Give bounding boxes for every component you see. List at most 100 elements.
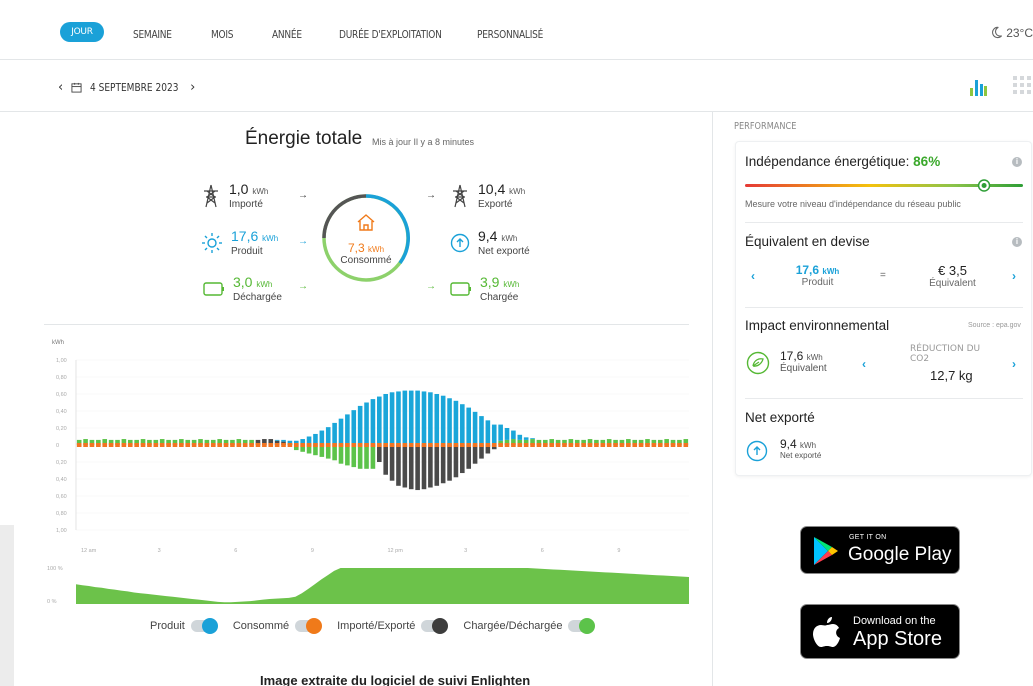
bar-consumed bbox=[415, 443, 420, 447]
bar-consumed bbox=[319, 443, 325, 447]
currency-title: Équivalent en devise bbox=[745, 234, 870, 249]
bar-consumed bbox=[268, 443, 274, 447]
weather-temp: 23°C bbox=[1006, 26, 1033, 40]
bar-consumed bbox=[638, 443, 644, 447]
bar-produced bbox=[523, 437, 529, 440]
bar-consumed bbox=[632, 443, 638, 447]
bar-consumed bbox=[217, 443, 222, 447]
tab-annee[interactable]: ANNÉE bbox=[272, 28, 302, 41]
environment-next-button[interactable]: › bbox=[1012, 357, 1016, 371]
bar-consumed bbox=[172, 443, 178, 447]
bar-grid bbox=[428, 445, 433, 488]
consumed-value: 7,3 kWh bbox=[347, 241, 385, 255]
bar-consumed bbox=[645, 443, 650, 447]
bar-consumed bbox=[581, 443, 586, 447]
bar-consumed bbox=[377, 443, 382, 447]
independence-slider bbox=[745, 179, 1023, 192]
bar-consumed bbox=[466, 443, 472, 447]
legend-produced[interactable]: Produit bbox=[150, 618, 218, 634]
currency-next-button[interactable]: › bbox=[1012, 269, 1016, 283]
bar-consumed bbox=[185, 443, 191, 447]
soc-tick-label: 0 % bbox=[47, 599, 57, 605]
current-date: 4 SEPTEMBRE 2023 bbox=[90, 81, 179, 94]
bar-consumed bbox=[102, 443, 108, 447]
tab-jour[interactable]: JOUR bbox=[60, 22, 104, 42]
environment-prev-button[interactable]: ‹ bbox=[862, 357, 866, 371]
bar-consumed bbox=[657, 443, 663, 447]
next-date-button[interactable]: › bbox=[190, 80, 195, 95]
grid-view-icon[interactable] bbox=[1012, 74, 1033, 96]
bar-consumed bbox=[262, 443, 267, 447]
bar-produced bbox=[511, 430, 516, 440]
bar-consumed bbox=[204, 443, 210, 447]
bar-consumed bbox=[255, 443, 261, 447]
bar-consumed bbox=[166, 443, 171, 447]
bar-produced bbox=[440, 395, 446, 445]
bar-consumed bbox=[147, 443, 152, 447]
x-tick-label: 3 bbox=[464, 548, 467, 554]
app-store-badge[interactable]: Download on the App Store bbox=[800, 604, 960, 659]
bar-consumed bbox=[568, 443, 574, 447]
calendar-icon[interactable] bbox=[71, 82, 82, 93]
bar-grid bbox=[453, 445, 459, 478]
bar-consumed bbox=[159, 443, 165, 447]
bar-produced bbox=[338, 418, 344, 445]
currency-prev-button[interactable]: ‹ bbox=[751, 269, 755, 283]
google-play-badge[interactable]: GET IT ON Google Play bbox=[800, 526, 960, 574]
bar-battery bbox=[332, 445, 337, 461]
bar-consumed bbox=[479, 443, 484, 447]
bar-grid bbox=[408, 445, 414, 490]
net-exported-title: Net exporté bbox=[745, 410, 815, 425]
bar-grid bbox=[415, 445, 420, 491]
tab-duree-exploitation[interactable]: DURÉE D'EXPLOITATION bbox=[339, 28, 442, 41]
y-axis-label: kWh bbox=[52, 340, 64, 346]
prev-date-button[interactable]: ‹ bbox=[58, 80, 63, 95]
bar-consumed bbox=[574, 443, 580, 447]
bar-consumed bbox=[223, 443, 229, 447]
flow-charged: 3,9 kWh Chargée bbox=[450, 275, 519, 303]
y-tick-label: 0,80 bbox=[56, 375, 67, 381]
x-tick-label: 6 bbox=[541, 548, 544, 554]
info-icon[interactable]: i bbox=[1012, 157, 1022, 167]
tab-semaine[interactable]: SEMAINE bbox=[133, 28, 172, 41]
x-tick-label: 12 am bbox=[81, 548, 97, 554]
tab-mois[interactable]: MOIS bbox=[211, 28, 234, 41]
bar-consumed bbox=[517, 443, 523, 447]
bar-battery bbox=[370, 445, 376, 469]
bar-produced bbox=[485, 420, 491, 445]
energy-bar-chart: kWh 1,00 0,80 0,60 0,40 0,20 0 0,20 0,40 0,60 0,80… bbox=[52, 340, 689, 554]
legend-charge-discharge[interactable]: Chargée/Déchargée bbox=[463, 618, 596, 634]
bar-consumed bbox=[491, 443, 497, 447]
bar-battery bbox=[325, 445, 331, 459]
bar-consumed bbox=[587, 443, 593, 447]
bar-consumed bbox=[115, 443, 120, 447]
bar-consumed bbox=[670, 443, 676, 447]
y-tick-label: 0,20 bbox=[56, 460, 67, 466]
bar-grid bbox=[377, 445, 382, 462]
bar-produced bbox=[428, 392, 433, 445]
bar-consumed bbox=[153, 443, 159, 447]
bar-produced bbox=[370, 399, 376, 445]
bar-grid bbox=[389, 445, 395, 481]
bar-consumed bbox=[421, 443, 427, 447]
bar-consumed bbox=[179, 443, 184, 447]
bar-produced bbox=[408, 390, 414, 445]
bar-consumed bbox=[134, 443, 139, 447]
y-tick-label: 0,40 bbox=[56, 409, 67, 415]
bar-produced bbox=[332, 422, 337, 445]
legend-import-export[interactable]: Importé/Exporté bbox=[337, 618, 449, 634]
bar-consumed bbox=[89, 443, 95, 447]
bar-produced bbox=[453, 400, 459, 445]
tab-personnalise[interactable]: PERSONNALISÉ bbox=[477, 28, 543, 41]
bar-produced bbox=[460, 404, 465, 445]
info-icon[interactable]: i bbox=[1012, 237, 1022, 247]
soc-tick-label: 100 % bbox=[47, 566, 63, 572]
y-tick-label: 0,80 bbox=[56, 511, 67, 517]
bar-grid bbox=[440, 445, 446, 484]
chart-view-icon[interactable] bbox=[968, 74, 988, 96]
bar-produced bbox=[287, 440, 293, 444]
legend-consumed[interactable]: Consommé bbox=[233, 618, 323, 634]
bar-consumed bbox=[408, 443, 414, 447]
bar-consumed bbox=[108, 443, 114, 447]
bar-consumed bbox=[396, 443, 401, 447]
